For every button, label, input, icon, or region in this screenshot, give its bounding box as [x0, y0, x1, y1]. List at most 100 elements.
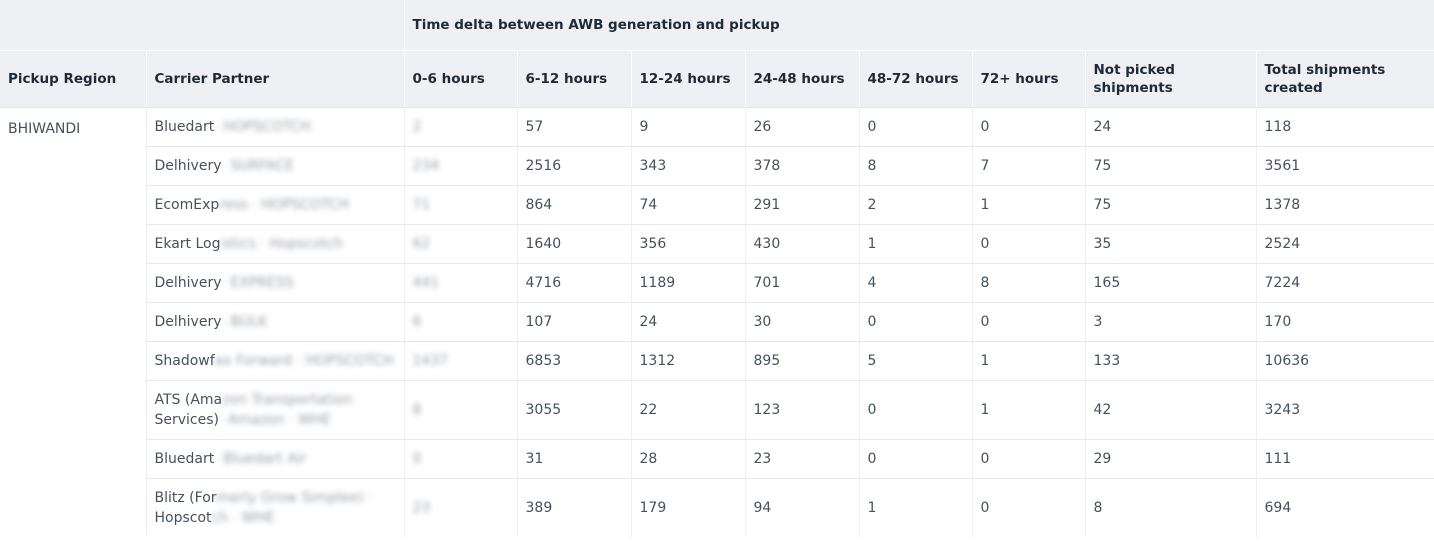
- shipment-pickup-table: Time delta between AWB generation and pi…: [0, 0, 1434, 537]
- col-header-6-12-hours: 6-12 hours: [516, 50, 631, 108]
- cell-total-created: 10636: [1255, 341, 1434, 381]
- cell-0-6-hours: 441: [403, 263, 517, 303]
- cell-carrier-partner: Bluedart· Bluedart Air: [145, 439, 404, 479]
- cell-not-picked: 24: [1084, 107, 1256, 147]
- cell-48-72-hours: 5: [858, 341, 972, 381]
- cell-carrier-partner: Delhivery· EXPRESS: [145, 263, 404, 303]
- cell-not-picked: 29: [1084, 439, 1256, 479]
- carrier-detail-redacted: istics · Hopscotch: [220, 236, 344, 252]
- cell-total-created: 3561: [1255, 146, 1434, 186]
- cell-total-created: 170: [1255, 302, 1434, 342]
- carrier-detail-redacted: ress · HOPSCOTCH: [219, 197, 349, 213]
- cell-72-plus-hours: 0: [971, 224, 1085, 264]
- cell-24-48-hours: 430: [744, 224, 859, 264]
- cell-carrier-partner: Ekart Logistics · Hopscotch: [145, 224, 404, 264]
- carrier-name-line2: Services): [154, 412, 220, 428]
- value-redacted: 8: [412, 402, 422, 418]
- carrier-detail-redacted: ax Forward · HOPSCOTCH: [214, 353, 394, 369]
- carrier-detail-redacted-line2: · Amazon · WHE: [219, 412, 332, 428]
- cell-12-24-hours: 343: [630, 146, 745, 186]
- col-header-0-6-hours: 0-6 hours: [403, 50, 517, 108]
- cell-0-6-hours: 0: [403, 439, 517, 479]
- cell-72-plus-hours: 0: [971, 302, 1085, 342]
- cell-total-created: 1378: [1255, 185, 1434, 225]
- cell-total-created: 118: [1255, 107, 1434, 147]
- cell-total-created: 7224: [1255, 263, 1434, 303]
- cell-48-72-hours: 0: [858, 439, 972, 479]
- table-row: Delhivery· SURFACE 234 2516 343 378 8 7 75 3561: [0, 146, 1434, 186]
- table-row: Ekart Logistics · Hopscotch 62 1640 356 430 1…: [0, 224, 1434, 264]
- carrier-name-line2: Hopscot: [154, 510, 212, 526]
- table-body: BHIWANDI Bluedart· HOPSCOTCH 2 57 9 26 0 0 24 118…: [0, 107, 1434, 537]
- cell-carrier-partner: Bluedart· HOPSCOTCH: [145, 107, 404, 147]
- table-row: Bluedart· Bluedart Air 0 31 28 23 0 0 29 111: [0, 439, 1434, 479]
- cell-12-24-hours: 9: [630, 107, 745, 147]
- cell-12-24-hours: 28: [630, 439, 745, 479]
- col-header-not-picked: Not picked shipments: [1084, 50, 1256, 108]
- carrier-name: Bluedart: [154, 119, 215, 135]
- cell-24-48-hours: 895: [744, 341, 859, 381]
- cell-48-72-hours: 8: [858, 146, 972, 186]
- cell-6-12-hours: 57: [516, 107, 631, 147]
- cell-72-plus-hours: 0: [971, 439, 1085, 479]
- header-spacer: [0, 0, 404, 51]
- cell-12-24-hours: 179: [630, 478, 745, 537]
- cell-not-picked: 165: [1084, 263, 1256, 303]
- value-redacted: 6: [412, 314, 422, 330]
- cell-48-72-hours: 0: [858, 302, 972, 342]
- cell-6-12-hours: 3055: [516, 380, 631, 440]
- cell-48-72-hours: 1: [858, 478, 972, 537]
- carrier-detail-redacted: · HOPSCOTCH: [214, 119, 311, 135]
- cell-72-plus-hours: 1: [971, 341, 1085, 381]
- carrier-name: Blitz (For: [154, 490, 217, 506]
- value-redacted: 23: [412, 500, 431, 516]
- carrier-name: Delhivery: [154, 158, 222, 174]
- cell-0-6-hours: 1437: [403, 341, 517, 381]
- cell-48-72-hours: 0: [858, 380, 972, 440]
- cell-12-24-hours: 356: [630, 224, 745, 264]
- value-redacted: 2: [412, 119, 422, 135]
- table-row: BHIWANDI Bluedart· HOPSCOTCH 2 57 9 26 0 0 24 118: [0, 107, 1434, 147]
- cell-72-plus-hours: 1: [971, 185, 1085, 225]
- value-redacted: 234: [412, 158, 440, 174]
- table-row: EcomExpress · HOPSCOTCH 71 864 74 291 2 1 75 137…: [0, 185, 1434, 225]
- cell-pickup-region: BHIWANDI: [8, 121, 81, 137]
- cell-0-6-hours: 62: [403, 224, 517, 264]
- cell-0-6-hours: 23: [403, 478, 517, 537]
- cell-6-12-hours: 864: [516, 185, 631, 225]
- carrier-detail-redacted-line2: ch · WHE: [211, 510, 275, 526]
- cell-6-12-hours: 1640: [516, 224, 631, 264]
- cell-12-24-hours: 1189: [630, 263, 745, 303]
- cell-carrier-partner: Blitz (Formerly Grow Simplee) · Hopscotch…: [145, 478, 404, 537]
- cell-6-12-hours: 389: [516, 478, 631, 537]
- value-redacted: 441: [412, 275, 440, 291]
- cell-12-24-hours: 24: [630, 302, 745, 342]
- cell-48-72-hours: 0: [858, 107, 972, 147]
- col-header-pickup-region: Pickup Region: [0, 50, 146, 108]
- carrier-name: ATS (Ama: [154, 392, 223, 408]
- cell-24-48-hours: 378: [744, 146, 859, 186]
- carrier-name: Bluedart: [154, 451, 215, 467]
- cell-72-plus-hours: 1: [971, 380, 1085, 440]
- table-row: Delhivery· BULK 6 107 24 30 0 0 3 170: [0, 302, 1434, 342]
- carrier-detail-redacted: · EXPRESS: [221, 275, 294, 291]
- cell-12-24-hours: 1312: [630, 341, 745, 381]
- col-header-total-created: Total shipments created: [1255, 50, 1434, 108]
- cell-6-12-hours: 2516: [516, 146, 631, 186]
- cell-not-picked: 133: [1084, 341, 1256, 381]
- cell-0-6-hours: 8: [403, 380, 517, 440]
- cell-24-48-hours: 291: [744, 185, 859, 225]
- cell-6-12-hours: 107: [516, 302, 631, 342]
- value-redacted: 1437: [412, 353, 449, 369]
- cell-carrier-partner: Delhivery· SURFACE: [145, 146, 404, 186]
- table-row: Blitz (Formerly Grow Simplee) · Hopscotch…: [0, 478, 1434, 537]
- cell-0-6-hours: 6: [403, 302, 517, 342]
- cell-6-12-hours: 4716: [516, 263, 631, 303]
- cell-12-24-hours: 74: [630, 185, 745, 225]
- cell-0-6-hours: 71: [403, 185, 517, 225]
- cell-total-created: 694: [1255, 478, 1434, 537]
- cell-0-6-hours: 2: [403, 107, 517, 147]
- table-row: Shadowfax Forward · HOPSCOTCH 1437 6853 131…: [0, 341, 1434, 381]
- carrier-detail-redacted: · BULK: [221, 314, 268, 330]
- carrier-name: Ekart Log: [154, 236, 221, 252]
